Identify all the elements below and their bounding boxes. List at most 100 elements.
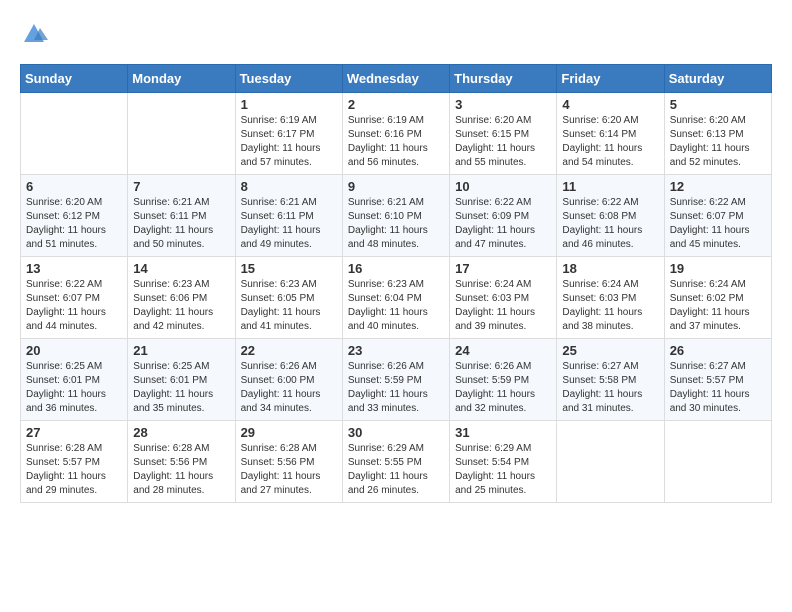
day-info: Sunrise: 6:20 AM Sunset: 6:14 PM Dayligh… [562, 114, 658, 170]
day-number: 17 [455, 261, 551, 276]
day-info: Sunrise: 6:24 AM Sunset: 6:02 PM Dayligh… [670, 278, 766, 334]
day-info: Sunrise: 6:28 AM Sunset: 5:57 PM Dayligh… [26, 442, 122, 498]
day-info: Sunrise: 6:24 AM Sunset: 6:03 PM Dayligh… [562, 278, 658, 334]
day-number: 6 [26, 179, 122, 194]
day-info: Sunrise: 6:20 AM Sunset: 6:13 PM Dayligh… [670, 114, 766, 170]
calendar-cell: 10 Sunrise: 6:22 AM Sunset: 6:09 PM Dayli… [450, 175, 557, 257]
day-info: Sunrise: 6:22 AM Sunset: 6:07 PM Dayligh… [26, 278, 122, 334]
calendar-week-row: 13 Sunrise: 6:22 AM Sunset: 6:07 PM Dayli… [21, 257, 772, 339]
day-info: Sunrise: 6:28 AM Sunset: 5:56 PM Dayligh… [241, 442, 337, 498]
page-header [20, 20, 772, 48]
weekday-header-thursday: Thursday [450, 65, 557, 93]
weekday-header-sunday: Sunday [21, 65, 128, 93]
day-info: Sunrise: 6:25 AM Sunset: 6:01 PM Dayligh… [26, 360, 122, 416]
day-info: Sunrise: 6:21 AM Sunset: 6:10 PM Dayligh… [348, 196, 444, 252]
calendar-cell: 25 Sunrise: 6:27 AM Sunset: 5:58 PM Dayli… [557, 339, 664, 421]
day-info: Sunrise: 6:23 AM Sunset: 6:04 PM Dayligh… [348, 278, 444, 334]
day-info: Sunrise: 6:24 AM Sunset: 6:03 PM Dayligh… [455, 278, 551, 334]
day-number: 8 [241, 179, 337, 194]
day-number: 1 [241, 97, 337, 112]
day-number: 13 [26, 261, 122, 276]
calendar-cell: 4 Sunrise: 6:20 AM Sunset: 6:14 PM Daylig… [557, 93, 664, 175]
calendar-cell: 15 Sunrise: 6:23 AM Sunset: 6:05 PM Dayli… [235, 257, 342, 339]
day-number: 16 [348, 261, 444, 276]
logo [20, 20, 52, 48]
day-info: Sunrise: 6:26 AM Sunset: 6:00 PM Dayligh… [241, 360, 337, 416]
weekday-header-row: SundayMondayTuesdayWednesdayThursdayFrid… [21, 65, 772, 93]
day-number: 27 [26, 425, 122, 440]
day-number: 25 [562, 343, 658, 358]
day-number: 2 [348, 97, 444, 112]
calendar-week-row: 27 Sunrise: 6:28 AM Sunset: 5:57 PM Dayli… [21, 421, 772, 503]
day-info: Sunrise: 6:21 AM Sunset: 6:11 PM Dayligh… [241, 196, 337, 252]
calendar-cell [128, 93, 235, 175]
day-number: 4 [562, 97, 658, 112]
day-info: Sunrise: 6:19 AM Sunset: 6:17 PM Dayligh… [241, 114, 337, 170]
day-number: 29 [241, 425, 337, 440]
calendar-cell: 30 Sunrise: 6:29 AM Sunset: 5:55 PM Dayli… [342, 421, 449, 503]
calendar-cell: 12 Sunrise: 6:22 AM Sunset: 6:07 PM Dayli… [664, 175, 771, 257]
logo-icon [20, 20, 48, 48]
day-number: 24 [455, 343, 551, 358]
calendar-cell: 13 Sunrise: 6:22 AM Sunset: 6:07 PM Dayli… [21, 257, 128, 339]
calendar-week-row: 20Sunrise: 6:25 AM Sunset: 6:01 PM Dayli… [21, 339, 772, 421]
day-info: Sunrise: 6:20 AM Sunset: 6:12 PM Dayligh… [26, 196, 122, 252]
day-info: Sunrise: 6:26 AM Sunset: 5:59 PM Dayligh… [348, 360, 444, 416]
day-info: Sunrise: 6:29 AM Sunset: 5:54 PM Dayligh… [455, 442, 551, 498]
day-info: Sunrise: 6:23 AM Sunset: 6:05 PM Dayligh… [241, 278, 337, 334]
weekday-header-tuesday: Tuesday [235, 65, 342, 93]
day-number: 11 [562, 179, 658, 194]
calendar-table: SundayMondayTuesdayWednesdayThursdayFrid… [20, 64, 772, 503]
calendar-cell: 8 Sunrise: 6:21 AM Sunset: 6:11 PM Daylig… [235, 175, 342, 257]
day-number: 14 [133, 261, 229, 276]
day-info: Sunrise: 6:20 AM Sunset: 6:15 PM Dayligh… [455, 114, 551, 170]
calendar-cell: 20Sunrise: 6:25 AM Sunset: 6:01 PM Dayli… [21, 339, 128, 421]
day-info: Sunrise: 6:23 AM Sunset: 6:06 PM Dayligh… [133, 278, 229, 334]
day-number: 7 [133, 179, 229, 194]
day-info: Sunrise: 6:26 AM Sunset: 5:59 PM Dayligh… [455, 360, 551, 416]
calendar-cell: 27 Sunrise: 6:28 AM Sunset: 5:57 PM Dayli… [21, 421, 128, 503]
day-info: Sunrise: 6:28 AM Sunset: 5:56 PM Dayligh… [133, 442, 229, 498]
day-number: 19 [670, 261, 766, 276]
day-number: 28 [133, 425, 229, 440]
calendar-cell: 24 Sunrise: 6:26 AM Sunset: 5:59 PM Dayli… [450, 339, 557, 421]
day-info: Sunrise: 6:21 AM Sunset: 6:11 PM Dayligh… [133, 196, 229, 252]
calendar-cell [557, 421, 664, 503]
calendar-cell: 16 Sunrise: 6:23 AM Sunset: 6:04 PM Dayli… [342, 257, 449, 339]
calendar-cell [21, 93, 128, 175]
calendar-cell: 3 Sunrise: 6:20 AM Sunset: 6:15 PM Daylig… [450, 93, 557, 175]
day-info: Sunrise: 6:19 AM Sunset: 6:16 PM Dayligh… [348, 114, 444, 170]
day-info: Sunrise: 6:25 AM Sunset: 6:01 PM Dayligh… [133, 360, 229, 416]
day-info: Sunrise: 6:27 AM Sunset: 5:57 PM Dayligh… [670, 360, 766, 416]
calendar-cell: 21 Sunrise: 6:25 AM Sunset: 6:01 PM Dayli… [128, 339, 235, 421]
day-number: 12 [670, 179, 766, 194]
calendar-week-row: 1 Sunrise: 6:19 AM Sunset: 6:17 PM Daylig… [21, 93, 772, 175]
calendar-cell: 31Sunrise: 6:29 AM Sunset: 5:54 PM Dayli… [450, 421, 557, 503]
calendar-cell: 11 Sunrise: 6:22 AM Sunset: 6:08 PM Dayli… [557, 175, 664, 257]
day-number: 5 [670, 97, 766, 112]
day-info: Sunrise: 6:22 AM Sunset: 6:08 PM Dayligh… [562, 196, 658, 252]
calendar-cell: 28 Sunrise: 6:28 AM Sunset: 5:56 PM Dayli… [128, 421, 235, 503]
day-info: Sunrise: 6:29 AM Sunset: 5:55 PM Dayligh… [348, 442, 444, 498]
day-number: 10 [455, 179, 551, 194]
weekday-header-friday: Friday [557, 65, 664, 93]
calendar-cell: 5 Sunrise: 6:20 AM Sunset: 6:13 PM Daylig… [664, 93, 771, 175]
day-info: Sunrise: 6:22 AM Sunset: 6:09 PM Dayligh… [455, 196, 551, 252]
calendar-cell: 26Sunrise: 6:27 AM Sunset: 5:57 PM Dayli… [664, 339, 771, 421]
calendar-cell: 6 Sunrise: 6:20 AM Sunset: 6:12 PM Daylig… [21, 175, 128, 257]
day-number: 18 [562, 261, 658, 276]
day-number: 15 [241, 261, 337, 276]
day-number: 22 [241, 343, 337, 358]
weekday-header-monday: Monday [128, 65, 235, 93]
calendar-cell: 29 Sunrise: 6:28 AM Sunset: 5:56 PM Dayli… [235, 421, 342, 503]
weekday-header-saturday: Saturday [664, 65, 771, 93]
day-info: Sunrise: 6:27 AM Sunset: 5:58 PM Dayligh… [562, 360, 658, 416]
calendar-cell: 19 Sunrise: 6:24 AM Sunset: 6:02 PM Dayli… [664, 257, 771, 339]
day-number: 3 [455, 97, 551, 112]
calendar-cell: 23Sunrise: 6:26 AM Sunset: 5:59 PM Dayli… [342, 339, 449, 421]
day-number: 30 [348, 425, 444, 440]
day-number: 9 [348, 179, 444, 194]
day-number: 21 [133, 343, 229, 358]
calendar-cell: 1 Sunrise: 6:19 AM Sunset: 6:17 PM Daylig… [235, 93, 342, 175]
day-info: Sunrise: 6:22 AM Sunset: 6:07 PM Dayligh… [670, 196, 766, 252]
